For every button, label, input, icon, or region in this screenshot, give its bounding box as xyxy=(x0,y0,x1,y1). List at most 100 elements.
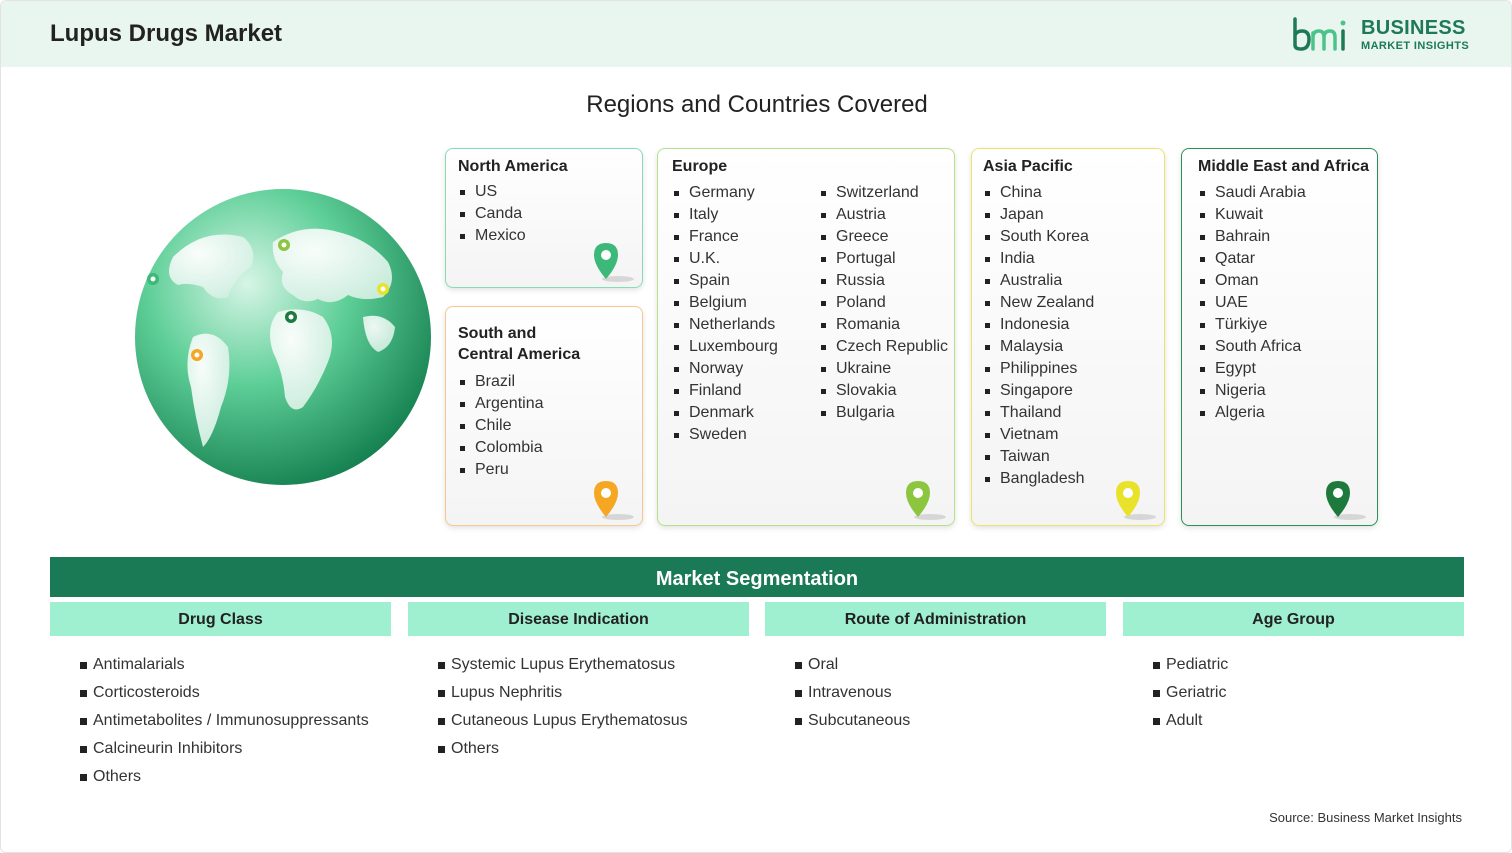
country-item: Canda xyxy=(458,203,526,225)
region-title: North America xyxy=(458,158,568,175)
brand-logo: BUSINESS MARKET INSIGHTS xyxy=(1291,15,1471,55)
country-item: Italy xyxy=(672,204,778,226)
country-list-col1: Germany Italy France U.K. Spain Belgium … xyxy=(672,182,778,446)
country-list: US Canda Mexico xyxy=(458,181,526,247)
map-pin-icon xyxy=(906,481,946,520)
country-item: Japan xyxy=(983,204,1094,226)
region-title: Middle East and Africa xyxy=(1198,158,1369,175)
segmentation-title-bar: Market Segmentation xyxy=(50,557,1464,597)
segment-item: Subcutaneous xyxy=(795,707,910,735)
segment-item: Calcineurin Inhibitors xyxy=(80,735,369,763)
country-item: Slovakia xyxy=(819,380,948,402)
country-item: Norway xyxy=(672,358,778,380)
country-item: Algeria xyxy=(1198,402,1306,424)
country-item: Nigeria xyxy=(1198,380,1306,402)
country-item: UAE xyxy=(1198,292,1306,314)
segment-item: Systemic Lupus Erythematosus xyxy=(438,651,688,679)
country-item: Kuwait xyxy=(1198,204,1306,226)
globe-pin-africa xyxy=(285,311,297,323)
segment-item: Lupus Nephritis xyxy=(438,679,688,707)
country-item: Colombia xyxy=(458,437,544,459)
country-item: Vietnam xyxy=(983,424,1094,446)
country-item: Thailand xyxy=(983,402,1094,424)
country-item: Qatar xyxy=(1198,248,1306,270)
country-item: India xyxy=(983,248,1094,270)
country-item: US xyxy=(458,181,526,203)
country-item: Germany xyxy=(672,182,778,204)
country-item: Switzerland xyxy=(819,182,948,204)
globe-illustration xyxy=(135,189,431,485)
header-bar: Lupus Drugs Market BUSINESS MARKET INSIG… xyxy=(1,1,1511,67)
region-card-middle-east-africa: Middle East and Africa Saudi Arabia Kuwa… xyxy=(1181,148,1378,526)
logo-text-business: BUSINESS xyxy=(1361,17,1466,39)
region-title-line1: South and xyxy=(458,325,537,342)
country-item: China xyxy=(983,182,1094,204)
country-item: Greece xyxy=(819,226,948,248)
globe-pin-europe xyxy=(278,239,290,251)
country-item: South Korea xyxy=(983,226,1094,248)
country-item: Philippines xyxy=(983,358,1094,380)
country-item: Denmark xyxy=(672,402,778,424)
country-item: France xyxy=(672,226,778,248)
country-item: Indonesia xyxy=(983,314,1094,336)
country-item: Saudi Arabia xyxy=(1198,182,1306,204)
country-item: Türkiye xyxy=(1198,314,1306,336)
segment-header-disease-indication: Disease Indication xyxy=(408,602,749,636)
country-item: Finland xyxy=(672,380,778,402)
country-item: Australia xyxy=(983,270,1094,292)
regions-title: Regions and Countries Covered xyxy=(586,91,928,118)
map-pin-icon xyxy=(1116,481,1156,520)
country-item: Netherlands xyxy=(672,314,778,336)
country-list: Brazil Argentina Chile Colombia Peru xyxy=(458,371,544,481)
segment-list-disease-indication: Systemic Lupus Erythematosus Lupus Nephr… xyxy=(438,651,688,763)
segment-item: Geriatric xyxy=(1153,679,1228,707)
globe-pin-north-america xyxy=(147,273,159,285)
country-item: Bulgaria xyxy=(819,402,948,424)
region-card-asia-pacific: Asia Pacific China Japan South Korea Ind… xyxy=(971,148,1165,526)
bmi-logo-icon xyxy=(1293,17,1346,51)
region-card-europe: Europe Germany Italy France U.K. Spain B… xyxy=(657,148,955,526)
country-list: China Japan South Korea India Australia … xyxy=(983,182,1094,490)
segment-list-age-group: Pediatric Geriatric Adult xyxy=(1153,651,1228,735)
segment-list-drug-class: Antimalarials Corticosteroids Antimetabo… xyxy=(80,651,369,791)
country-item: Peru xyxy=(458,459,544,481)
segment-header-route: Route of Administration xyxy=(765,602,1106,636)
region-card-north-america: North America US Canda Mexico xyxy=(445,148,643,288)
globe-pin-asia xyxy=(377,283,389,295)
country-item: Portugal xyxy=(819,248,948,270)
region-title-line2: Central America xyxy=(458,346,581,363)
segment-item: Antimalarials xyxy=(80,651,369,679)
source-note: Source: Business Market Insights xyxy=(1269,810,1462,825)
map-pin-icon xyxy=(1326,481,1366,520)
segment-item: Adult xyxy=(1153,707,1228,735)
country-item: Romania xyxy=(819,314,948,336)
country-item: New Zealand xyxy=(983,292,1094,314)
segment-item: Pediatric xyxy=(1153,651,1228,679)
country-item: Poland xyxy=(819,292,948,314)
country-item: Bahrain xyxy=(1198,226,1306,248)
country-item: Malaysia xyxy=(983,336,1094,358)
country-item: Argentina xyxy=(458,393,544,415)
segment-item: Corticosteroids xyxy=(80,679,369,707)
segment-item: Others xyxy=(80,763,369,791)
page-title: Lupus Drugs Market xyxy=(50,20,283,47)
segment-list-route: Oral Intravenous Subcutaneous xyxy=(795,651,910,735)
infographic-frame: Lupus Drugs Market BUSINESS MARKET INSIG… xyxy=(0,0,1512,853)
country-list-col2: Switzerland Austria Greece Portugal Russ… xyxy=(819,182,948,424)
country-item: Taiwan xyxy=(983,446,1094,468)
map-pin-icon xyxy=(594,481,634,520)
country-item: Russia xyxy=(819,270,948,292)
country-item: Sweden xyxy=(672,424,778,446)
segment-item: Cutaneous Lupus Erythematosus xyxy=(438,707,688,735)
country-item: Austria xyxy=(819,204,948,226)
country-item: Belgium xyxy=(672,292,778,314)
country-item: Ukraine xyxy=(819,358,948,380)
segment-item: Intravenous xyxy=(795,679,910,707)
globe-pin-south-america xyxy=(191,349,203,361)
segment-header-age-group: Age Group xyxy=(1123,602,1464,636)
segment-header-drug-class: Drug Class xyxy=(50,602,391,636)
map-pin-icon xyxy=(594,243,634,282)
country-item: Czech Republic xyxy=(819,336,948,358)
segment-item: Others xyxy=(438,735,688,763)
region-title: South and Central America xyxy=(458,323,580,365)
